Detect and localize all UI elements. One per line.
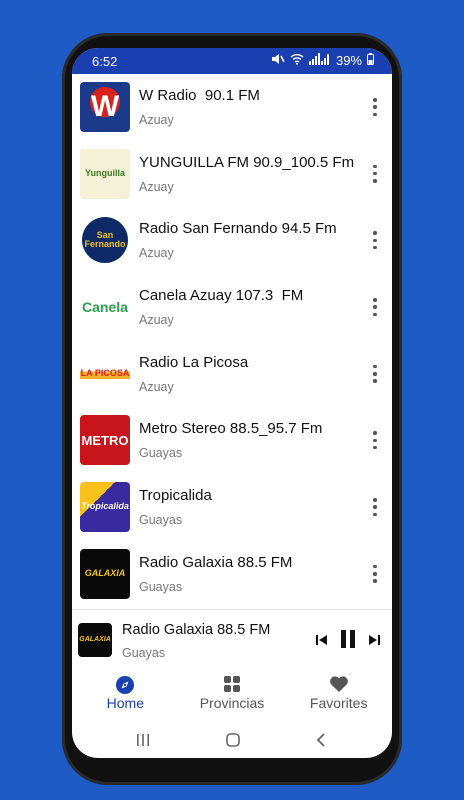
station-logo: Canela xyxy=(80,282,130,333)
system-navigation-bar xyxy=(72,724,392,758)
station-row[interactable]: GALAXIA Radio Galaxia 88.5 FM Guayas xyxy=(72,541,392,608)
station-name: W Radio 90.1 FM xyxy=(139,87,260,104)
station-row[interactable]: Tropicalida Tropicalida Guayas xyxy=(72,474,392,541)
station-name: YUNGUILLA FM 90.9_100.5 Fm xyxy=(139,153,355,171)
station-name: Metro Stereo 88.5_95.7 Fm xyxy=(139,420,323,438)
skip-previous-icon[interactable] xyxy=(316,632,328,648)
station-province: Guayas xyxy=(139,446,183,461)
skip-next-icon[interactable] xyxy=(368,632,380,648)
station-province: Guayas xyxy=(139,579,183,594)
station-row[interactable]: Yunguilla YUNGUILLA FM 90.9_100.5 Fm Azu… xyxy=(72,141,392,208)
station-row[interactable]: LA PICOSA Radio La Picosa Azuay xyxy=(72,341,392,408)
home-button-icon[interactable] xyxy=(226,733,240,752)
signal-icon xyxy=(308,53,331,68)
pause-icon[interactable] xyxy=(340,629,356,649)
station-row[interactable]: W W Radio 90.1 FM Azuay xyxy=(72,74,392,141)
more-options-icon[interactable] xyxy=(372,431,378,450)
station-province: Azuay xyxy=(139,179,174,194)
bottom-navigation: Home Provincias Favorites xyxy=(72,669,392,724)
tab-provincias[interactable]: Provincias xyxy=(179,669,286,724)
app-screen: 6:52 39% W W Radio 90.1 FM Azuay Yunguil… xyxy=(72,48,392,758)
tab-favorites[interactable]: Favorites xyxy=(285,669,392,724)
mini-player[interactable]: GALAXIA Radio Galaxia 88.5 FM Guayas xyxy=(72,609,392,670)
more-options-icon[interactable] xyxy=(372,364,378,383)
now-playing-logo: GALAXIA xyxy=(78,623,112,657)
station-logo: GALAXIA xyxy=(80,548,130,599)
station-logo: METRO xyxy=(80,415,130,466)
tab-home[interactable]: Home xyxy=(72,669,179,724)
wifi-icon xyxy=(290,53,304,68)
more-options-icon[interactable] xyxy=(372,231,378,250)
station-name: Canela Azuay 107.3 FM xyxy=(139,287,304,305)
station-province: Azuay xyxy=(139,313,174,328)
more-options-icon[interactable] xyxy=(372,164,378,183)
more-options-icon[interactable] xyxy=(372,498,378,517)
battery-icon xyxy=(367,53,374,68)
more-options-icon[interactable] xyxy=(372,564,378,583)
status-bar: 6:52 39% xyxy=(72,48,392,74)
station-logo: W xyxy=(80,82,130,132)
more-options-icon[interactable] xyxy=(372,98,378,116)
station-name: Tropicalida xyxy=(139,487,212,505)
now-playing-subtitle: Guayas xyxy=(122,646,166,660)
station-row[interactable]: METRO Metro Stereo 88.5_95.7 Fm Guayas xyxy=(72,407,392,474)
now-playing-title: Radio Galaxia 88.5 FM xyxy=(122,622,271,638)
station-logo: LA PICOSA xyxy=(80,348,130,399)
station-logo: San Fernando xyxy=(80,215,130,266)
station-logo: Yunguilla xyxy=(80,148,130,199)
station-name: Radio Galaxia 88.5 FM xyxy=(139,553,293,571)
tab-provincias-label: Provincias xyxy=(199,695,265,711)
tab-favorites-label: Favorites xyxy=(309,695,368,711)
station-name: Radio San Fernando 94.5 Fm xyxy=(139,220,337,238)
station-list: W W Radio 90.1 FM Azuay Yunguilla YUNGUI… xyxy=(72,74,392,608)
station-province: Azuay xyxy=(139,246,174,261)
recent-apps-icon[interactable] xyxy=(136,733,150,752)
station-province: Azuay xyxy=(139,379,174,394)
more-options-icon[interactable] xyxy=(372,298,378,317)
mute-icon xyxy=(271,53,285,68)
station-province: Azuay xyxy=(139,113,174,127)
tab-home-label: Home xyxy=(106,695,145,711)
status-time: 6:52 xyxy=(92,54,118,69)
battery-level: 39% xyxy=(335,53,362,68)
station-logo: Tropicalida xyxy=(80,482,130,533)
station-name: Radio La Picosa xyxy=(139,353,249,371)
station-row[interactable]: Canela Canela Azuay 107.3 FM Azuay xyxy=(72,274,392,341)
back-icon[interactable] xyxy=(316,733,326,752)
station-province: Guayas xyxy=(139,513,183,528)
station-row[interactable]: San Fernando Radio San Fernando 94.5 Fm … xyxy=(72,207,392,274)
